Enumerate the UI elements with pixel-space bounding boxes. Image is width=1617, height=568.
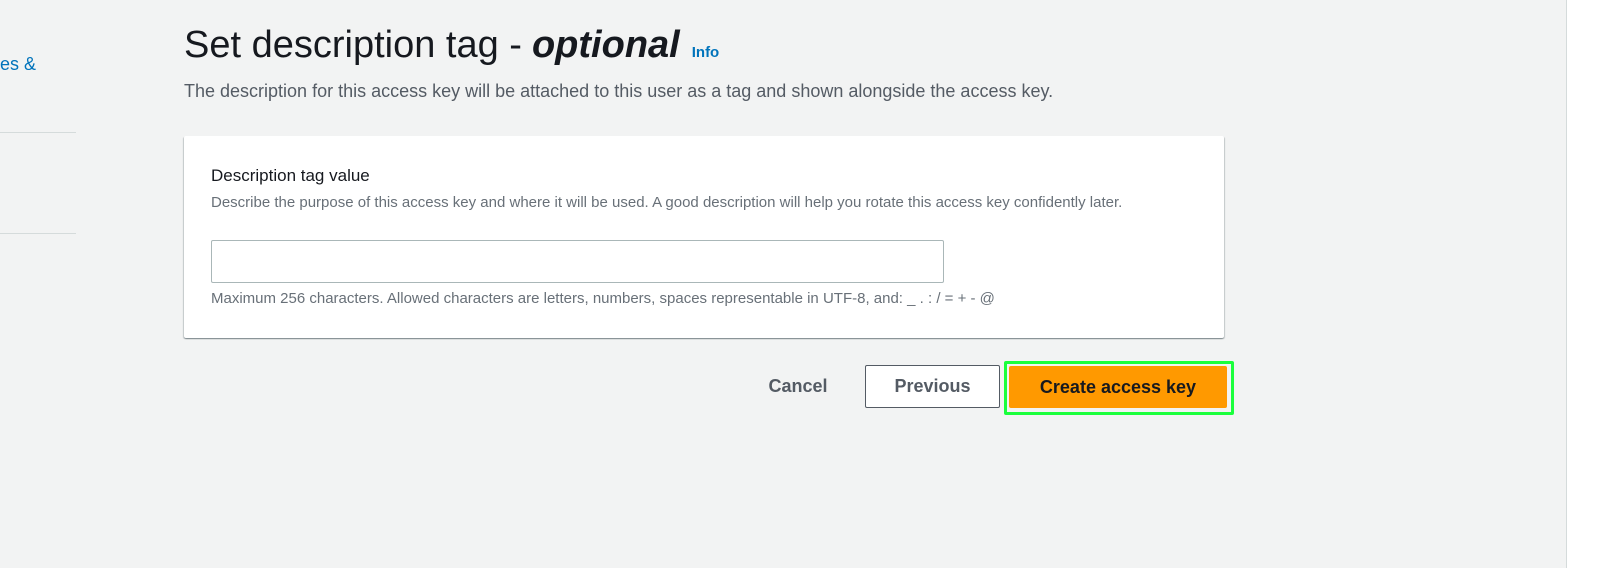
field-label: Description tag value bbox=[211, 166, 370, 185]
page-heading: Set description tag - optional Info bbox=[184, 24, 719, 67]
page-description: The description for this access key will… bbox=[184, 81, 1054, 101]
page: es & Set description tag - optional Info… bbox=[0, 0, 1617, 568]
sidebar-divider bbox=[0, 233, 76, 234]
description-tag-container: Description tag value Describe the purpo… bbox=[184, 136, 1224, 338]
create-access-key-button[interactable]: Create access key bbox=[1009, 366, 1227, 408]
page-title-optional: optional bbox=[531, 24, 680, 66]
cancel-button[interactable]: Cancel bbox=[748, 365, 848, 408]
field-constraint-text: Maximum 256 characters. Allowed characte… bbox=[211, 290, 995, 307]
right-panel-edge bbox=[1566, 0, 1617, 568]
sidebar-link-partial[interactable]: es & bbox=[0, 54, 36, 75]
field-description: Describe the purpose of this access key … bbox=[211, 194, 1123, 211]
description-tag-input[interactable] bbox=[211, 240, 944, 283]
form-actions: Cancel Previous Create access key bbox=[0, 361, 1617, 415]
previous-button[interactable]: Previous bbox=[865, 365, 1000, 408]
page-title: Set description tag - bbox=[184, 24, 522, 66]
info-link[interactable]: Info bbox=[692, 44, 720, 61]
sidebar-divider bbox=[0, 132, 76, 133]
